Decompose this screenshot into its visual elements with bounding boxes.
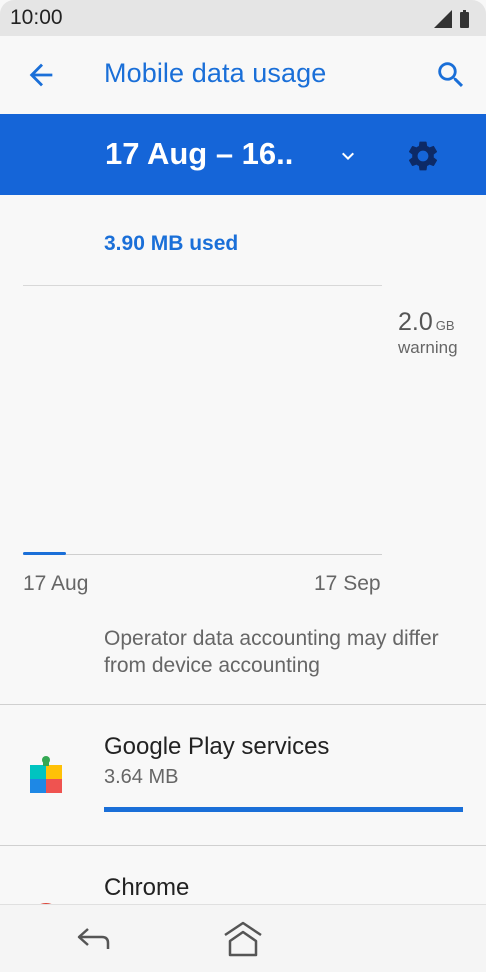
page-title: Mobile data usage: [104, 58, 327, 88]
usage-line: [23, 552, 66, 555]
app-name: Google Play services: [104, 733, 330, 760]
cycle-selector[interactable]: 17 Aug – 16..: [0, 114, 486, 195]
app-name: Chrome: [104, 874, 190, 901]
chevron-down-icon[interactable]: [336, 144, 360, 168]
warning-unit: GB: [435, 318, 455, 333]
app-size: 3.64 MB: [104, 766, 179, 788]
status-icons: [434, 10, 469, 28]
back-arrow-icon[interactable]: [24, 58, 58, 92]
google-play-services-icon: [30, 756, 62, 793]
battery-icon: [460, 10, 469, 28]
accounting-note: Operator data accounting may differ from…: [104, 627, 439, 677]
axis-end-label: 17 Sep: [314, 572, 381, 595]
warning-value: 2.0 GB: [398, 308, 455, 337]
warning-number: 2.0: [398, 308, 433, 336]
usage-chart: 2.0 GB warning 17 Aug 17 Sep: [0, 270, 486, 610]
app-row-chrome[interactable]: Chrome: [0, 846, 486, 904]
usage-summary: 3.90 MB used: [104, 232, 239, 255]
search-icon[interactable]: [434, 58, 468, 92]
app-bar: Mobile data usage: [0, 36, 486, 114]
signal-icon: [434, 10, 452, 28]
warning-label: warning: [398, 338, 458, 357]
status-time: 10:00: [10, 6, 63, 29]
warning-line: [23, 285, 382, 286]
navigation-bar: [0, 904, 486, 972]
cycle-label: 17 Aug – 16..: [105, 136, 294, 171]
gear-icon[interactable]: [405, 138, 441, 174]
axis-start-label: 17 Aug: [23, 572, 89, 595]
app-usage-bar: [104, 807, 463, 812]
nav-home-icon[interactable]: [222, 919, 264, 959]
nav-back-icon[interactable]: [74, 923, 114, 955]
app-row-google-play-services[interactable]: Google Play services 3.64 MB: [0, 705, 486, 845]
baseline: [23, 554, 382, 555]
status-bar: 10:00: [0, 0, 486, 36]
